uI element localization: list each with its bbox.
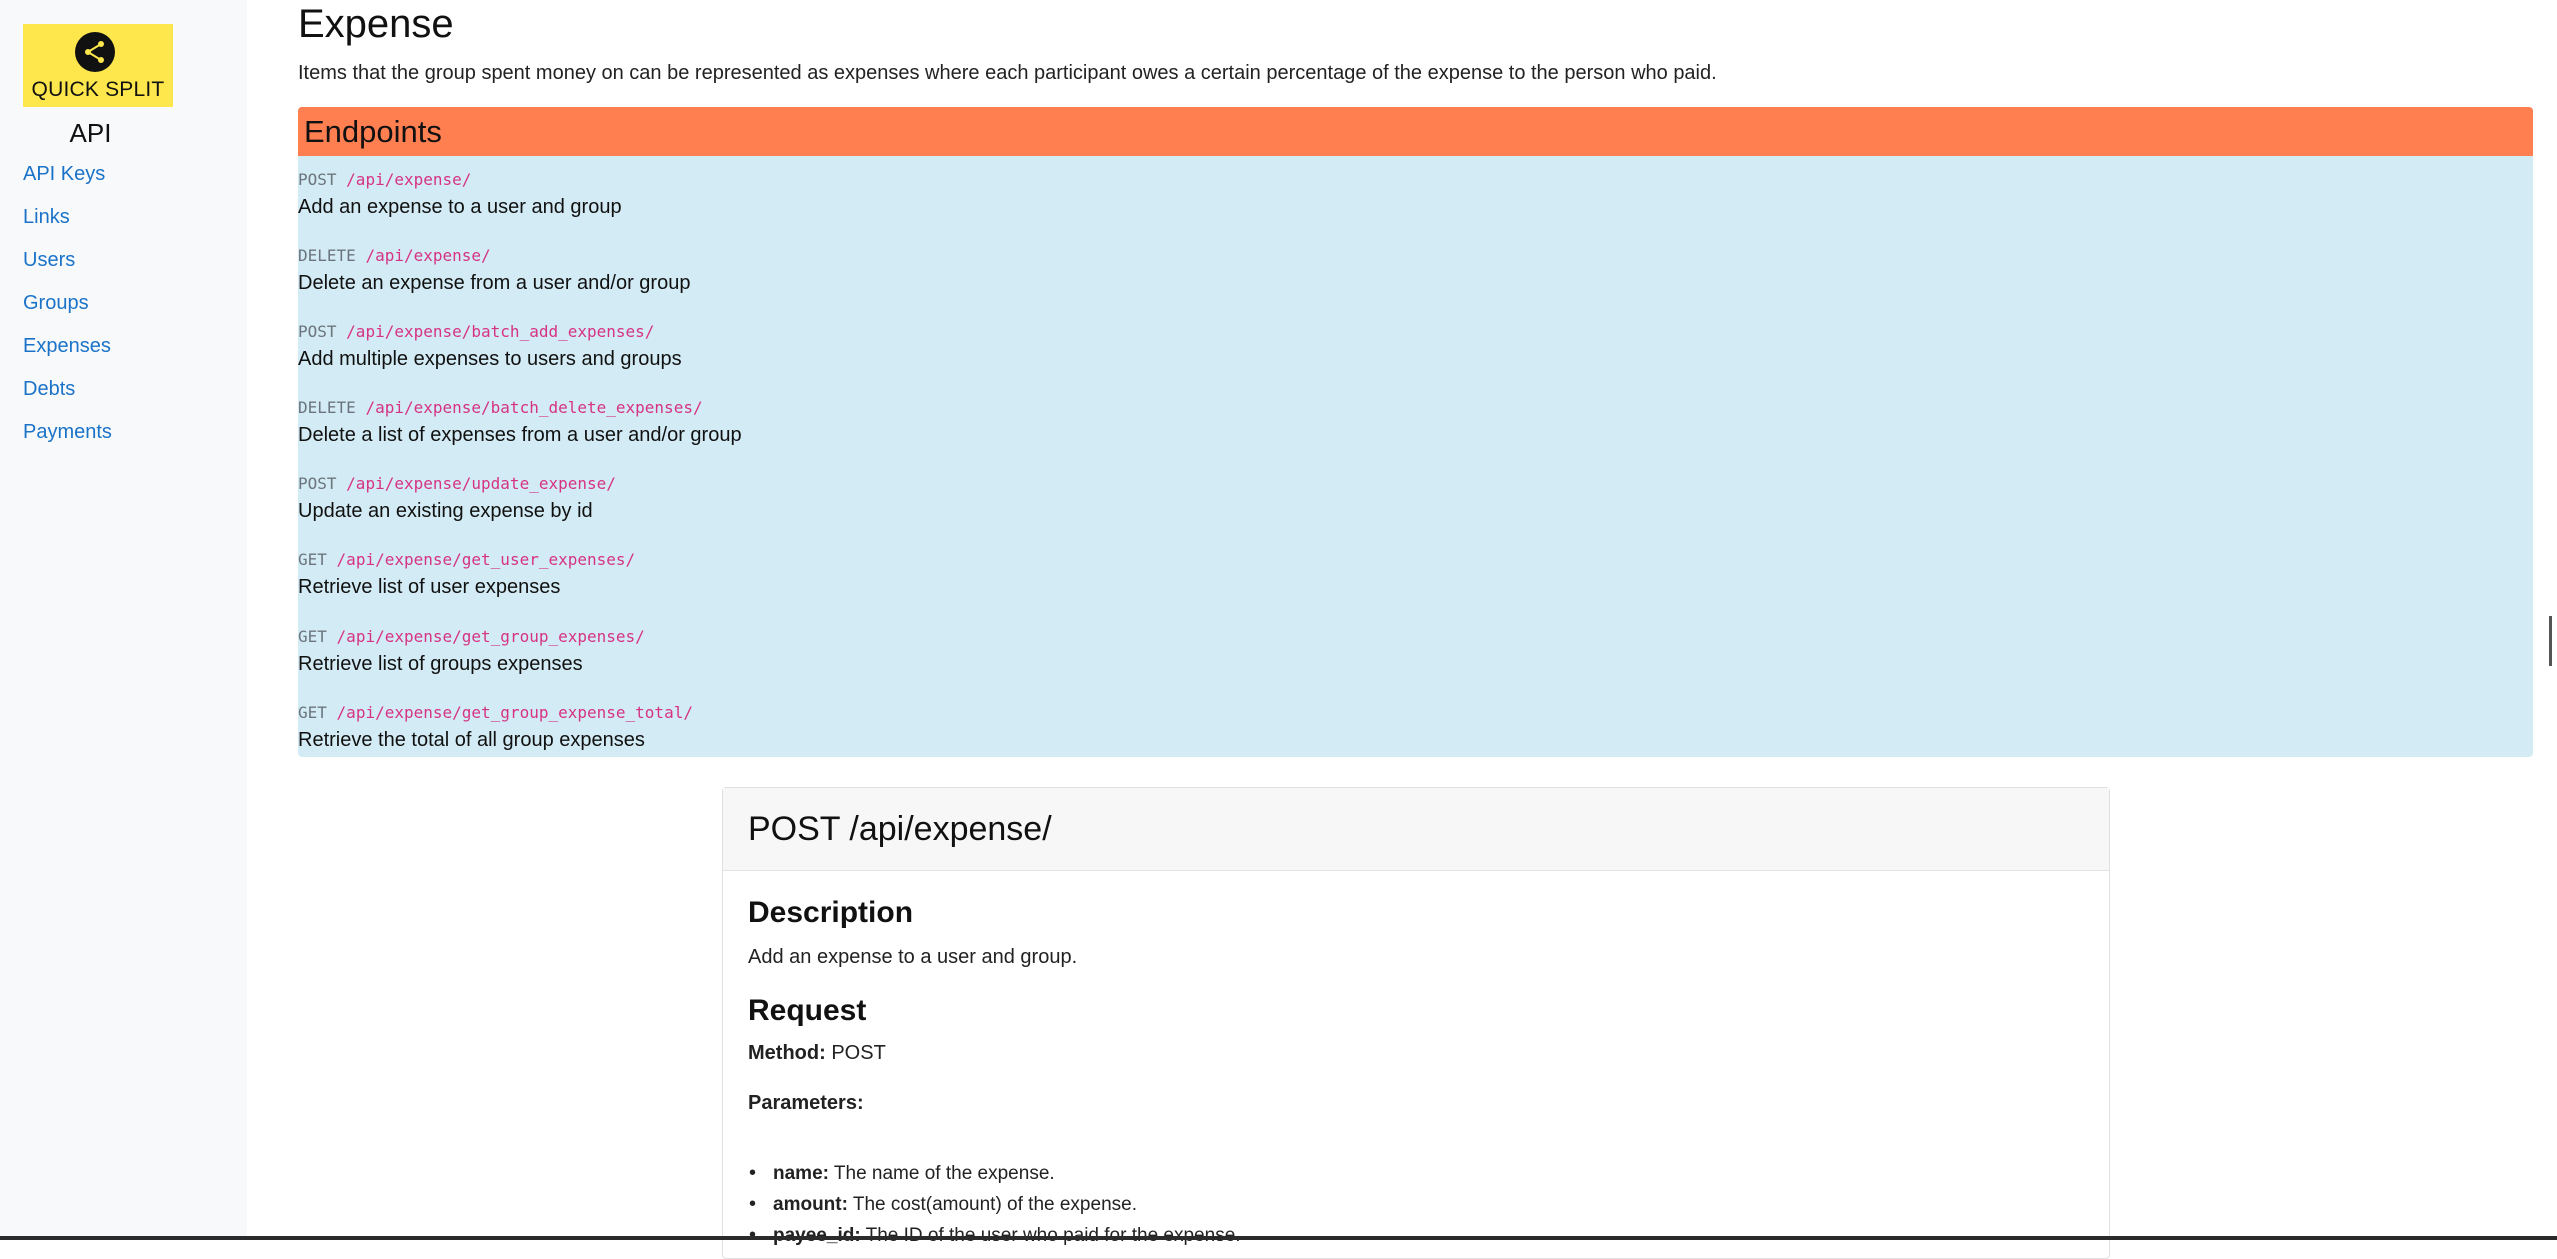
- endpoint-item[interactable]: GET /api/expense/get_user_expenses/ Retr…: [298, 548, 635, 599]
- endpoint-item[interactable]: POST /api/expense/ Add an expense to a u…: [298, 168, 622, 219]
- endpoint-description: Delete a list of expenses from a user an…: [298, 424, 742, 446]
- endpoint-description: Update an existing expense by id: [298, 500, 593, 522]
- share-icon: [75, 32, 115, 72]
- logo-text: QUICK SPLIT: [31, 78, 165, 101]
- bottom-edge: [0, 1236, 2557, 1240]
- list-item: amount: The cost(amount) of the expense.: [749, 1189, 1241, 1220]
- endpoint-path: /api/expense/update_expense/: [346, 474, 616, 493]
- endpoints-panel: Endpoints POST /api/expense/ Add an expe…: [298, 107, 2533, 757]
- endpoint-item[interactable]: GET /api/expense/get_group_expenses/ Ret…: [298, 625, 645, 676]
- endpoint-description: Add an expense to a user and group: [298, 196, 622, 218]
- sidebar-title: API: [69, 118, 112, 148]
- card-title: POST /api/expense/: [723, 788, 2109, 871]
- method-value: POST: [831, 1042, 886, 1064]
- method-row: Method: POST: [748, 1042, 886, 1065]
- param-text: The name of the expense.: [833, 1163, 1055, 1184]
- page-intro: Items that the group spent money on can …: [298, 62, 1717, 84]
- endpoint-path: /api/expense/batch_delete_expenses/: [365, 398, 703, 417]
- page-title: Expense: [298, 2, 454, 46]
- description-text: Add an expense to a user and group.: [748, 946, 1078, 968]
- param-name: amount:: [773, 1194, 848, 1215]
- endpoint-item[interactable]: POST /api/expense/update_expense/ Update…: [298, 472, 616, 523]
- endpoint-description: Retrieve the total of all group expenses: [298, 729, 645, 751]
- endpoint-path: /api/expense/get_group_expense_total/: [336, 703, 693, 722]
- logo[interactable]: QUICK SPLIT: [23, 24, 173, 107]
- param-name: name:: [773, 1163, 829, 1184]
- sidebar-item-payments[interactable]: Payments: [23, 418, 112, 461]
- sidebar: QUICK SPLIT API API Keys Links Users Gro…: [0, 0, 247, 1240]
- endpoint-item[interactable]: DELETE /api/expense/batch_delete_expense…: [298, 396, 742, 447]
- sidebar-item-links[interactable]: Links: [23, 203, 112, 246]
- endpoint-method: POST: [298, 474, 337, 493]
- sidebar-nav: API Keys Links Users Groups Expenses Deb…: [23, 160, 112, 461]
- endpoint-path: /api/expense/get_user_expenses/: [336, 550, 636, 569]
- endpoint-item[interactable]: GET /api/expense/get_group_expense_total…: [298, 701, 693, 752]
- endpoints-header: Endpoints: [298, 107, 2533, 156]
- endpoint-method: POST: [298, 322, 337, 341]
- sidebar-item-groups[interactable]: Groups: [23, 289, 112, 332]
- endpoint-item[interactable]: DELETE /api/expense/ Delete an expense f…: [298, 244, 690, 295]
- endpoint-item[interactable]: POST /api/expense/batch_add_expenses/ Ad…: [298, 320, 682, 371]
- endpoint-method: DELETE: [298, 398, 356, 417]
- sidebar-item-debts[interactable]: Debts: [23, 375, 112, 418]
- method-label: Method:: [748, 1042, 826, 1064]
- endpoint-path: /api/expense/: [365, 246, 491, 265]
- endpoint-method: DELETE: [298, 246, 356, 265]
- list-item: name: The name of the expense.: [749, 1158, 1241, 1189]
- endpoint-method: GET: [298, 627, 327, 646]
- endpoint-path: /api/expense/get_group_expenses/: [336, 627, 645, 646]
- request-heading: Request: [748, 994, 867, 1027]
- sidebar-item-users[interactable]: Users: [23, 246, 112, 289]
- scrollbar-thumb[interactable]: [2549, 616, 2552, 666]
- endpoint-path: /api/expense/batch_add_expenses/: [346, 322, 655, 341]
- endpoint-description: Retrieve list of groups expenses: [298, 653, 583, 675]
- description-heading: Description: [748, 896, 914, 929]
- endpoint-description: Retrieve list of user expenses: [298, 576, 561, 598]
- endpoint-method: GET: [298, 703, 327, 722]
- endpoint-path: /api/expense/: [346, 170, 472, 189]
- endpoint-description: Delete an expense from a user and/or gro…: [298, 272, 691, 294]
- parameters-label: Parameters:: [748, 1092, 864, 1114]
- sidebar-item-api-keys[interactable]: API Keys: [23, 160, 112, 203]
- endpoint-description: Add multiple expenses to users and group…: [298, 348, 682, 370]
- endpoint-detail-card: POST /api/expense/ Description Add an ex…: [722, 787, 2110, 1259]
- sidebar-item-expenses[interactable]: Expenses: [23, 332, 112, 375]
- endpoint-method: GET: [298, 550, 327, 569]
- endpoint-method: POST: [298, 170, 337, 189]
- param-text: The cost(amount) of the expense.: [852, 1194, 1137, 1215]
